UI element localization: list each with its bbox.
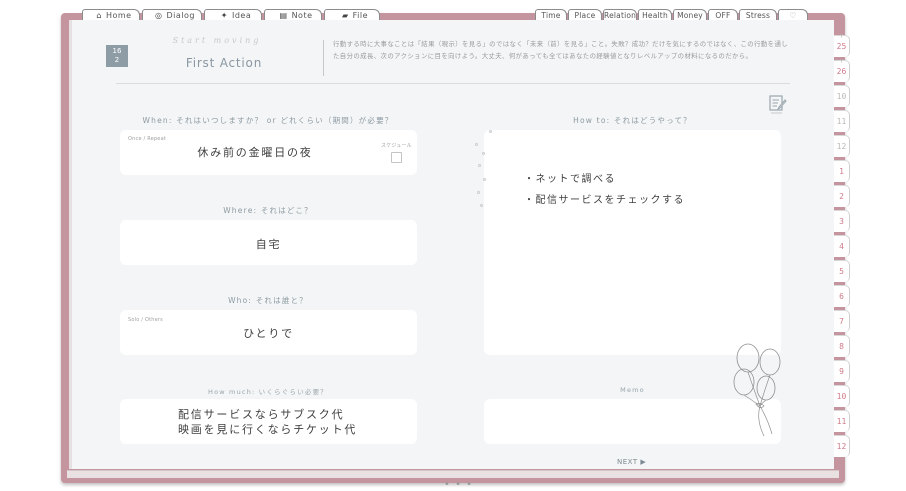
year-marker: Y <box>839 34 843 40</box>
dialog-icon: ◎ <box>155 11 163 20</box>
date-badge: 16 2 <box>106 45 128 67</box>
ring-dot <box>489 130 492 133</box>
who-label: Who: それは誰と？ <box>228 296 308 305</box>
side-index-month[interactable]: 7 <box>834 310 850 332</box>
year-marker: Y <box>839 59 843 65</box>
how-to-item[interactable]: ・ネットで調べる <box>524 170 616 185</box>
tab-place[interactable]: Place <box>568 9 602 20</box>
tab-money[interactable]: Money <box>673 9 707 20</box>
ring-dot <box>477 191 480 194</box>
how-much-label: How much: いくらぐらい必要？ <box>208 388 328 396</box>
date-badge-bottom: 2 <box>114 56 120 64</box>
tab-stress[interactable]: Stress <box>739 9 777 20</box>
tab-health-label: Health <box>642 11 668 20</box>
ring-dot <box>482 152 485 155</box>
tab-idea-label: Idea <box>231 11 252 20</box>
header-divider <box>323 40 324 76</box>
how-to-item[interactable]: ・配信サービスをチェックする <box>524 191 685 206</box>
tab-file-label: File <box>352 11 369 20</box>
page-title: First Action <box>185 56 263 70</box>
when-type-label: Once / Repeat <box>128 136 166 142</box>
side-index-month[interactable]: 11 <box>834 410 850 432</box>
ring-dot <box>478 164 481 167</box>
tab-dialog[interactable]: ◎ Dialog <box>142 9 202 20</box>
note-icon: ▤ <box>279 11 288 20</box>
side-index-month[interactable]: 12 <box>834 435 850 457</box>
side-index-year-25[interactable]: Y 25 <box>834 34 850 57</box>
next-button[interactable]: NEXT ▶ <box>617 458 646 466</box>
how-much-line-2[interactable]: 映画を見に行くならチケット代 <box>178 421 357 437</box>
tab-file[interactable]: ▰ File <box>324 9 380 20</box>
tab-relation[interactable]: Relation <box>603 9 637 20</box>
tab-note[interactable]: ▤ Note <box>264 9 322 20</box>
side-index-month[interactable]: 9 <box>834 360 850 382</box>
side-index-label: 26 <box>836 67 847 76</box>
script-subtitle: Start moving <box>172 36 262 45</box>
tab-note-label: Note <box>291 11 313 20</box>
tab-home[interactable]: ⌂ Home <box>82 9 140 20</box>
tab-favorite[interactable]: ♡ <box>778 9 808 20</box>
tab-idea[interactable]: ✦ Idea <box>204 9 262 20</box>
how-much-line-1[interactable]: 配信サービスならサブスク代 <box>178 406 344 422</box>
tab-health[interactable]: Health <box>638 9 672 20</box>
how-to-card[interactable] <box>484 130 781 355</box>
ring-dot <box>483 178 486 181</box>
who-type-label: Solo / Others <box>128 317 163 323</box>
how-to-label: How to: それはどうやって？ <box>573 116 692 125</box>
schedule-checkbox[interactable] <box>391 152 402 163</box>
side-index-month[interactable]: 4 <box>834 235 850 257</box>
side-index-label: 25 <box>836 42 847 51</box>
when-value[interactable]: 休み前の金曜日の夜 <box>150 144 360 160</box>
where-label: Where: それはどこ？ <box>223 206 313 215</box>
who-value[interactable]: ひとりで <box>120 325 417 341</box>
tab-dialog-label: Dialog <box>166 11 195 20</box>
date-badge-top: 16 <box>112 47 122 55</box>
folder-icon: ▰ <box>341 11 349 20</box>
tab-time-label: Time <box>541 11 561 20</box>
side-index: Y 25 Y 26 10 11 12 1 2 3 4 5 6 7 8 9 10 11… <box>834 33 850 463</box>
side-index-month[interactable]: 1 <box>834 160 850 182</box>
ring-dot <box>475 143 478 146</box>
side-index-year-26[interactable]: Y 26 <box>834 59 850 82</box>
schedule-label: スケジュール <box>381 143 412 149</box>
where-value[interactable]: 自宅 <box>120 236 417 252</box>
side-index-month[interactable]: 11 <box>834 110 850 132</box>
side-index-month[interactable]: 12 <box>834 135 850 157</box>
when-label: When: それはいつしますか？ or どれくらい（期間）が必要？ <box>142 116 394 125</box>
home-icon: ⌂ <box>96 11 102 20</box>
tab-time[interactable]: Time <box>535 9 567 20</box>
lightbulb-icon: ✦ <box>220 11 228 20</box>
tab-off-label: OFF <box>715 11 731 20</box>
tab-place-label: Place <box>574 11 596 20</box>
tab-money-label: Money <box>677 11 703 20</box>
side-index-month[interactable]: 6 <box>834 285 850 307</box>
notebook-page-edge <box>67 470 839 478</box>
side-index-month[interactable]: 3 <box>834 210 850 232</box>
tab-relation-label: Relation <box>604 11 637 20</box>
side-index-month[interactable]: 8 <box>834 335 850 357</box>
side-index-month[interactable]: 10 <box>834 85 850 107</box>
side-index-month[interactable]: 2 <box>834 185 850 207</box>
tab-stress-label: Stress <box>745 11 771 20</box>
ring-dot <box>480 204 483 207</box>
side-index-month[interactable]: 10 <box>834 385 850 407</box>
header-rule <box>116 83 790 84</box>
edit-icon[interactable] <box>768 93 788 115</box>
side-index-month[interactable]: 5 <box>834 260 850 282</box>
more-indicator: • • • <box>444 479 474 490</box>
tab-off[interactable]: OFF <box>708 9 738 20</box>
page-description: 行動する時に大事なことは「結果（現示）を見る」のではなく「未来（前）を見る」こと… <box>333 40 789 60</box>
balloons-illustration <box>733 343 781 437</box>
tab-home-label: Home <box>105 11 132 20</box>
heart-icon: ♡ <box>789 11 797 20</box>
